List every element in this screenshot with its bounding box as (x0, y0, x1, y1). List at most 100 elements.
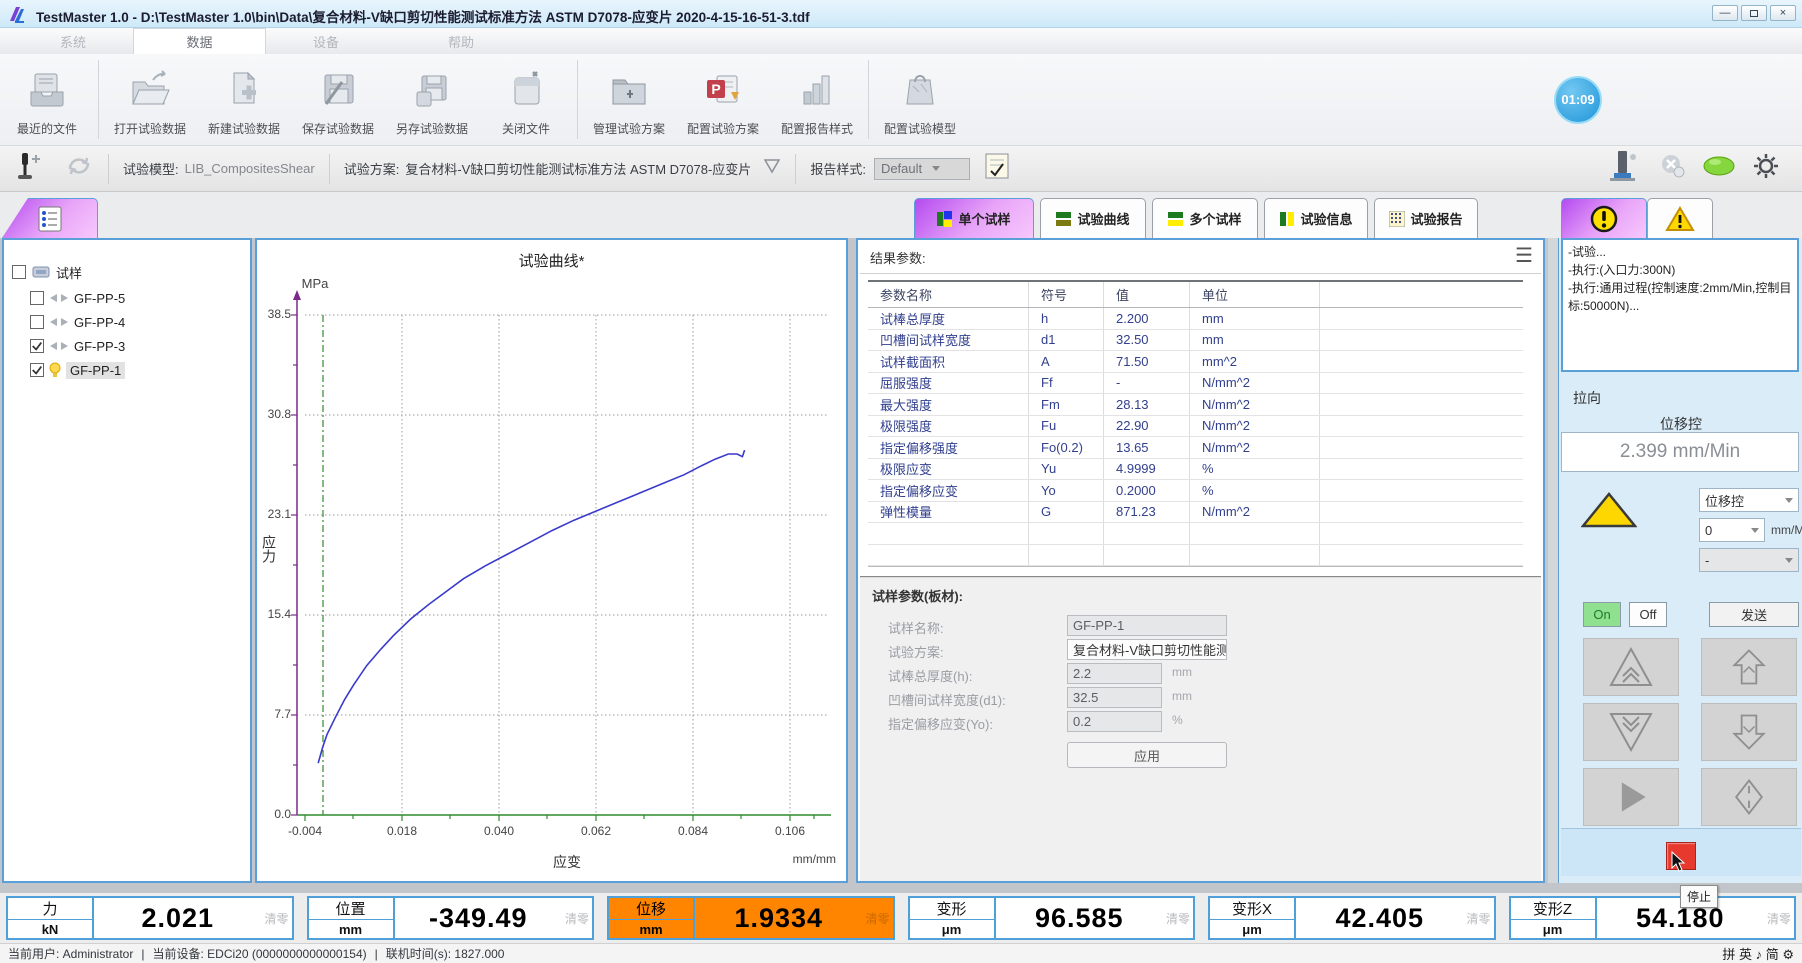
message-log[interactable]: -试验... -执行:(入口力:300N) -执行:通用过程(控制速度:2mm/… (1561, 238, 1799, 372)
tree-item[interactable]: GF-PP-4 (30, 312, 125, 332)
tree-root-row[interactable]: 试样 (12, 262, 82, 282)
target-value-select[interactable]: 0 (1699, 518, 1765, 542)
zero-button[interactable]: 清零 (1764, 898, 1794, 938)
table-row[interactable]: 试样截面积A71.50mm^2 (868, 351, 1523, 373)
report-preview-icon[interactable] (984, 152, 1010, 185)
on-button[interactable]: On (1583, 602, 1621, 627)
mode-select[interactable]: 位移控 (1699, 488, 1799, 512)
report-style-select[interactable]: Default (874, 158, 970, 180)
table-row[interactable]: 试棒总厚度h2.200mm (868, 308, 1523, 330)
col-value[interactable]: 值 (1104, 282, 1190, 307)
channel-name: 变形X (1210, 898, 1294, 920)
tree-item-label: GF-PP-4 (74, 315, 125, 330)
gear-icon[interactable] (1752, 152, 1780, 185)
col-symbol[interactable]: 符号 (1029, 282, 1104, 307)
tab-test-report[interactable]: 试验报告 (1374, 198, 1478, 238)
zero-button[interactable]: 清零 (1464, 898, 1494, 938)
col-unit[interactable]: 单位 (1190, 282, 1320, 307)
save-as-data-button[interactable]: 另存试验数据 (385, 54, 479, 145)
config-report-button[interactable]: 配置报告样式 (770, 54, 864, 145)
move-down-button[interactable] (1701, 703, 1797, 761)
chevron-down-icon (932, 166, 940, 171)
zero-button[interactable]: 清零 (863, 898, 893, 938)
model-value: LIB_CompositesShear (185, 161, 315, 176)
jog-down-fast-button[interactable] (1583, 703, 1679, 761)
tree-item[interactable]: GF-PP-5 (30, 288, 125, 308)
table-row[interactable]: 极限应变Yu4.9999% (868, 459, 1523, 481)
tab-warnings[interactable] (1647, 198, 1713, 238)
zero-button[interactable]: 清零 (1163, 898, 1193, 938)
tab-label: 多个试样 (1189, 209, 1241, 228)
table-row[interactable]: 弹性模量G871.23N/mm^2 (868, 502, 1523, 524)
panel-menu-icon[interactable]: ☰ (1515, 246, 1533, 266)
menu-tab-data[interactable]: 数据 (133, 28, 266, 54)
zero-button[interactable]: 清零 (262, 898, 292, 938)
col-param-name[interactable]: 参数名称 (868, 282, 1029, 307)
tab-test-info[interactable]: 试验信息 (1264, 198, 1368, 238)
close-file-button[interactable]: 关闭文件 (479, 54, 573, 145)
menu-tab-device[interactable]: 设备 (290, 28, 362, 54)
refresh-icon[interactable] (64, 153, 94, 184)
connect-plug-icon[interactable] (14, 151, 48, 186)
thickness-field[interactable]: 2.2 (1067, 663, 1162, 684)
move-up-button[interactable] (1701, 638, 1797, 696)
checkbox[interactable] (30, 291, 44, 305)
off-button[interactable]: Off (1629, 602, 1667, 627)
manage-scheme-button[interactable]: 管理试验方案 (582, 54, 676, 145)
run-button[interactable] (1583, 768, 1679, 826)
width-field[interactable]: 32.5 (1067, 687, 1162, 708)
menu-tab-help[interactable]: 帮助 (430, 28, 492, 54)
table-row[interactable]: 最大强度Fm28.13N/mm^2 (868, 394, 1523, 416)
config-model-button[interactable]: 配置试验模型 (873, 54, 967, 145)
config-scheme-button[interactable]: P 配置试验方案 (676, 54, 770, 145)
open-data-button[interactable]: 打开试验数据 (103, 54, 197, 145)
tab-test-curve[interactable]: 试验曲线 (1040, 198, 1146, 238)
checkbox[interactable] (30, 363, 44, 377)
control-mode-label: 位移控 (1559, 414, 1802, 434)
offset-strain-field[interactable]: 0.2 (1067, 711, 1162, 732)
menu-tab-system[interactable]: 系统 (40, 28, 106, 54)
scheme-label: 试验方案: (344, 159, 400, 178)
scheme-field[interactable]: 复合材料-V缺口剪切性能测 (1067, 639, 1227, 660)
ime-toolbar[interactable]: 拼 英 ♪ 简 ⚙ (1722, 944, 1794, 963)
new-data-label: 新建试验数据 (208, 120, 280, 137)
specimen-clamp-icon (49, 341, 69, 351)
scheme-filter-icon[interactable] (763, 158, 781, 179)
panel-splitter[interactable] (1548, 238, 1558, 883)
aux-select[interactable]: - (1699, 548, 1799, 572)
tree-item[interactable]: GF-PP-3 (30, 336, 125, 356)
checkbox[interactable] (30, 315, 44, 329)
table-row[interactable]: 指定偏移应变Yo0.2000% (868, 480, 1523, 502)
tree-item-selected[interactable]: GF-PP-1 (30, 360, 125, 380)
new-data-button[interactable]: 新建试验数据 (197, 54, 291, 145)
specimen-params-section: 试样参数(板材): 试样名称: GF-PP-1 试验方案: 复合材料-V缺口剪切… (860, 576, 1541, 881)
recent-files-button[interactable]: 最近的文件 (0, 54, 94, 145)
table-row[interactable]: 指定偏移强度Fo(0.2)13.65N/mm^2 (868, 437, 1523, 459)
minimize-button[interactable]: — (1712, 5, 1738, 21)
zero-button[interactable]: 清零 (562, 898, 592, 938)
tab-alerts[interactable] (1561, 198, 1647, 238)
save-data-button[interactable]: 保存试验数据 (291, 54, 385, 145)
channel-deformation-z: 变形Zμm 54.180 清零 (1509, 896, 1797, 940)
maximize-button[interactable] (1741, 5, 1767, 21)
tab-multi-specimen[interactable]: 多个试样 (1152, 198, 1258, 238)
jog-up-fast-button[interactable] (1583, 638, 1679, 696)
table-row[interactable]: 凹槽间试样宽度d132.50mm (868, 330, 1523, 352)
table-row[interactable]: 极限强度Fu22.90N/mm^2 (868, 416, 1523, 438)
tab-single-specimen[interactable]: 单个试样 (914, 198, 1034, 238)
status-bar: 力kN 2.021 清零 位置mm -349.49 清零 位移mm 1.9334… (0, 893, 1802, 943)
table-row[interactable]: 屈服强度Ff-N/mm^2 (868, 373, 1523, 395)
return-center-button[interactable] (1701, 768, 1797, 826)
checkbox[interactable] (12, 265, 26, 279)
close-button[interactable]: × (1770, 5, 1796, 21)
checkbox[interactable] (30, 339, 44, 353)
apply-button[interactable]: 应用 (1067, 742, 1227, 768)
disconnect-icon[interactable] (1658, 151, 1688, 186)
device-column-icon[interactable] (1604, 149, 1640, 188)
report-style-value: Default (881, 161, 922, 176)
send-button[interactable]: 发送 (1709, 602, 1799, 627)
testmaster-window: TestMaster 1.0 - D:\TestMaster 1.0\bin\D… (0, 0, 1802, 963)
specimen-name-field[interactable]: GF-PP-1 (1067, 615, 1227, 636)
footer-separator: | (375, 947, 378, 961)
table-row-empty (868, 523, 1523, 545)
